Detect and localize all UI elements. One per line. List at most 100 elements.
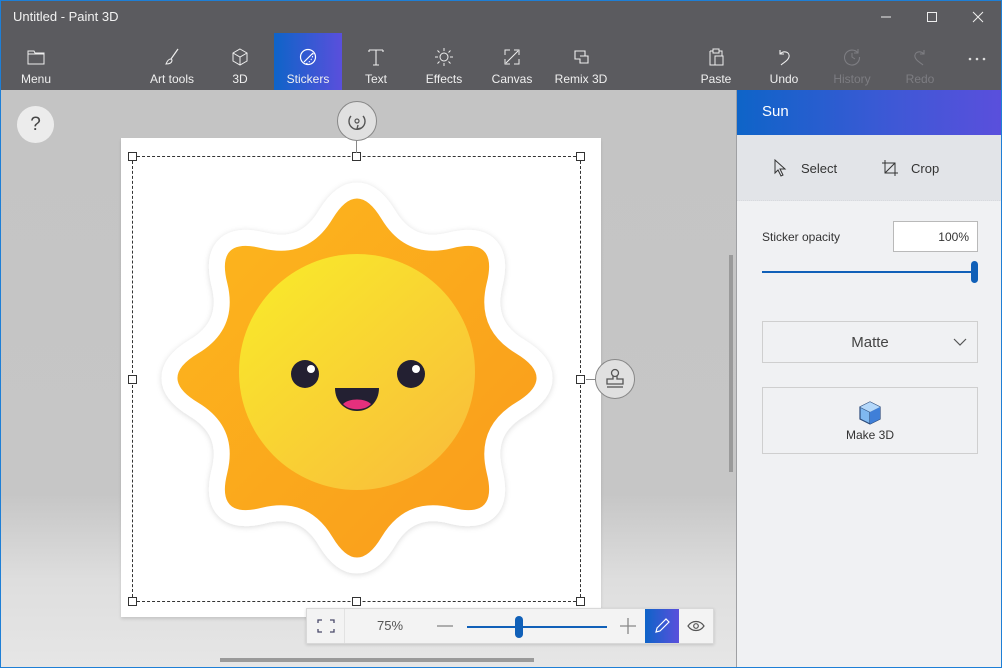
finish-selected-value: Matte	[851, 333, 889, 351]
horizontal-scrollbar[interactable]	[220, 658, 534, 662]
close-button[interactable]	[955, 1, 1001, 33]
maximize-icon	[927, 12, 937, 22]
title-bar: Untitled - Paint 3D	[1, 1, 1001, 33]
cube-icon	[230, 45, 250, 69]
zoom-percent: 75%	[377, 618, 404, 633]
redo-button[interactable]: Redo	[902, 33, 938, 90]
effects-tab[interactable]: Effects	[419, 33, 469, 90]
sticker-opacity-label: Sticker opacity	[762, 230, 841, 244]
undo-icon	[774, 45, 794, 69]
stamp-icon	[606, 368, 624, 388]
view-mode-button[interactable]	[679, 609, 713, 643]
crop-icon	[882, 160, 898, 176]
resize-handle-top-left[interactable]	[128, 152, 137, 161]
menu-label: Menu	[20, 72, 52, 86]
selection-box	[132, 156, 581, 602]
3d-tab[interactable]: 3D	[219, 33, 261, 90]
3d-label: 3D	[232, 72, 248, 86]
rotate-icon	[348, 115, 366, 130]
resize-handle-right[interactable]	[576, 375, 585, 384]
maximize-button[interactable]	[909, 1, 955, 33]
text-label: Text	[364, 72, 387, 86]
undo-label: Undo	[769, 72, 799, 86]
canvas-resize-icon	[502, 45, 522, 69]
rotate-connector	[356, 140, 357, 153]
art-tools-label: Art tools	[149, 72, 194, 86]
panel-header: Sun	[737, 90, 1001, 135]
chevron-down-icon	[953, 338, 967, 346]
canvas-label: Canvas	[491, 72, 533, 86]
zoom-out-button[interactable]	[435, 615, 455, 637]
resize-handle-bottom-left[interactable]	[128, 597, 137, 606]
redo-icon	[910, 45, 930, 69]
resize-handle-bottom[interactable]	[352, 597, 361, 606]
fit-to-screen-button[interactable]	[307, 609, 345, 643]
stickers-tab[interactable]: Stickers	[274, 33, 342, 90]
text-icon	[366, 45, 386, 69]
stickers-label: Stickers	[286, 72, 330, 86]
sticker-opacity-input[interactable]	[893, 221, 978, 252]
sticker-icon	[298, 45, 318, 69]
undo-button[interactable]: Undo	[764, 33, 804, 90]
zoom-in-button[interactable]	[618, 615, 638, 637]
cursor-icon	[774, 159, 787, 177]
help-button[interactable]: ?	[17, 106, 54, 143]
history-label: History	[833, 72, 871, 86]
more-icon	[967, 47, 987, 71]
cube-3d-icon	[859, 400, 881, 425]
text-tab[interactable]: Text	[356, 33, 396, 90]
minimize-icon	[881, 16, 891, 18]
opacity-slider-thumb[interactable]	[971, 261, 978, 283]
folder-icon	[26, 45, 46, 69]
remix3d-label: Remix 3D	[554, 72, 608, 86]
close-icon	[972, 11, 984, 23]
remix3d-tab[interactable]: Remix 3D	[552, 33, 610, 90]
panel-title: Sun	[762, 103, 789, 120]
art-tools-tab[interactable]: Art tools	[144, 33, 200, 90]
menu-button[interactable]: Menu	[9, 33, 63, 90]
more-options-button[interactable]	[959, 33, 995, 90]
panel-tools: Select Crop	[737, 135, 1001, 201]
effects-icon	[434, 45, 454, 69]
canvas-workspace[interactable]: ? 75%	[1, 90, 736, 667]
sticker-properties-panel: Sun Select Crop Sticker opacity Matte Ma…	[736, 90, 1001, 667]
opacity-slider-track[interactable]	[762, 271, 974, 273]
vertical-scrollbar[interactable]	[729, 255, 733, 472]
zoom-slider-track[interactable]	[467, 626, 607, 628]
edit-mode-button[interactable]	[645, 609, 679, 643]
pencil-icon	[655, 618, 670, 633]
make-3d-button[interactable]: Make 3D	[762, 387, 978, 454]
zoom-slider-thumb[interactable]	[514, 616, 523, 638]
brush-icon	[162, 45, 182, 69]
fit-screen-icon	[316, 619, 335, 633]
resize-handle-left[interactable]	[128, 375, 137, 384]
redo-label: Redo	[905, 72, 935, 86]
make-3d-label: Make 3D	[845, 427, 895, 442]
select-tool-button[interactable]: Select	[773, 155, 837, 181]
minus-icon	[437, 625, 453, 627]
crop-tool-button[interactable]: Crop	[881, 155, 939, 181]
crop-label: Crop	[911, 160, 940, 176]
paint3d-window: Untitled - Paint 3D Menu Art tools 3D St…	[1, 1, 1001, 667]
plus-icon	[620, 618, 636, 634]
history-button[interactable]: History	[830, 33, 874, 90]
select-label: Select	[801, 160, 838, 176]
window-title: Untitled - Paint 3D	[13, 9, 119, 24]
history-icon	[842, 45, 862, 69]
zoom-bar: 75%	[306, 608, 714, 644]
paste-label: Paste	[700, 72, 732, 86]
effects-label: Effects	[425, 72, 463, 86]
eye-icon	[687, 620, 705, 632]
resize-handle-top[interactable]	[352, 152, 361, 161]
resize-handle-top-right[interactable]	[576, 152, 585, 161]
finish-dropdown[interactable]: Matte	[762, 321, 978, 363]
resize-handle-bottom-right[interactable]	[576, 597, 585, 606]
rotate-button[interactable]	[337, 101, 377, 141]
stamp-button[interactable]	[595, 359, 635, 399]
remix3d-icon	[571, 45, 591, 69]
canvas-tab[interactable]: Canvas	[489, 33, 535, 90]
paste-icon	[706, 45, 726, 69]
minimize-button[interactable]	[863, 1, 909, 33]
toolbar: Menu Art tools 3D Stickers Text Effects …	[1, 33, 1001, 90]
paste-button[interactable]: Paste	[696, 33, 736, 90]
